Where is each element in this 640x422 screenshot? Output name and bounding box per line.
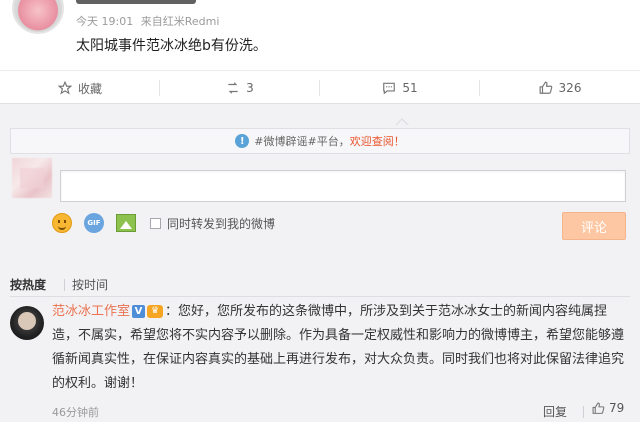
post-content: 太阳城事件范冰冰绝b有份洗。 [76,38,267,54]
forward-icon [228,82,238,94]
post-source-prefix: 来自 [140,15,163,28]
commenter-avatar[interactable] [10,306,44,340]
comment-action-divider [583,406,584,418]
submit-comment-button[interactable]: 评论 [562,212,626,240]
forward-count: 3 [246,81,254,95]
forward-checkbox[interactable] [150,217,161,229]
sort-divider-line [10,296,630,297]
comment-icon [383,82,396,95]
verified-icon: V [132,305,146,318]
post-action-bar: 收藏 3 51 326 [0,70,640,104]
like-button[interactable]: 326 [480,71,640,105]
sort-divider [64,279,65,291]
image-icon [116,214,136,232]
gif-button[interactable]: GIF [84,213,104,233]
comment-sort-bar: 按热度 按时间 [0,272,640,298]
emoji-button[interactable] [52,213,72,233]
thumbs-up-icon [539,81,552,94]
comment-like-button[interactable]: 79 [592,401,624,415]
star-icon [57,81,72,95]
reply-button[interactable]: 回复 [543,403,567,420]
post-meta: 今天 19:01 来自红米Redmi [76,13,223,29]
comment-pointer-inner [396,120,408,126]
comment-count: 51 [402,81,418,95]
comment-button[interactable]: 51 [320,71,480,105]
notice-link[interactable]: 欢迎查阅！ [350,133,405,149]
comment-like-count: 79 [609,401,625,415]
comment-body: 范冰冰工作室 V ♛ ：您好，您所发布的这条微博中，所涉及到关于范冰冰女士的新闻内容纯… [52,300,632,396]
comment-input[interactable] [60,170,626,202]
commenter-name[interactable]: 范冰冰工作室 [52,304,130,319]
thumbs-up-icon [592,402,605,414]
favorite-label: 收藏 [77,81,102,96]
forward-checkbox-label[interactable]: 同时转发到我的微博 [167,215,275,232]
forward-button[interactable]: 3 [160,71,320,105]
composer-tools: GIF 同时转发到我的微博 [52,210,275,236]
notice-text: #微博辟谣#平台， [254,135,350,148]
info-icon: ! [235,134,250,148]
member-icon: ♛ [147,305,164,318]
author-name[interactable] [76,0,196,4]
post-time[interactable]: 今天 19:01 [76,15,133,28]
image-button[interactable] [116,213,136,233]
sort-by-time[interactable]: 按时间 [72,276,108,293]
like-count: 326 [558,81,582,95]
author-avatar[interactable] [12,0,64,34]
favorite-button[interactable]: 收藏 [0,71,160,105]
sort-by-hot[interactable]: 按热度 [10,276,46,293]
gif-icon: GIF [84,213,104,233]
rumor-notice: ! #微博辟谣#平台， 欢迎查阅！ [10,128,630,154]
my-avatar[interactable] [12,158,52,198]
post-source[interactable]: 红米Redmi [163,15,220,28]
comment-time: 46分钟前 [52,406,99,419]
emoji-icon [52,213,72,233]
weibo-post: 今天 19:01 来自红米Redmi 太阳城事件范冰冰绝b有份洗。 [0,0,640,68]
